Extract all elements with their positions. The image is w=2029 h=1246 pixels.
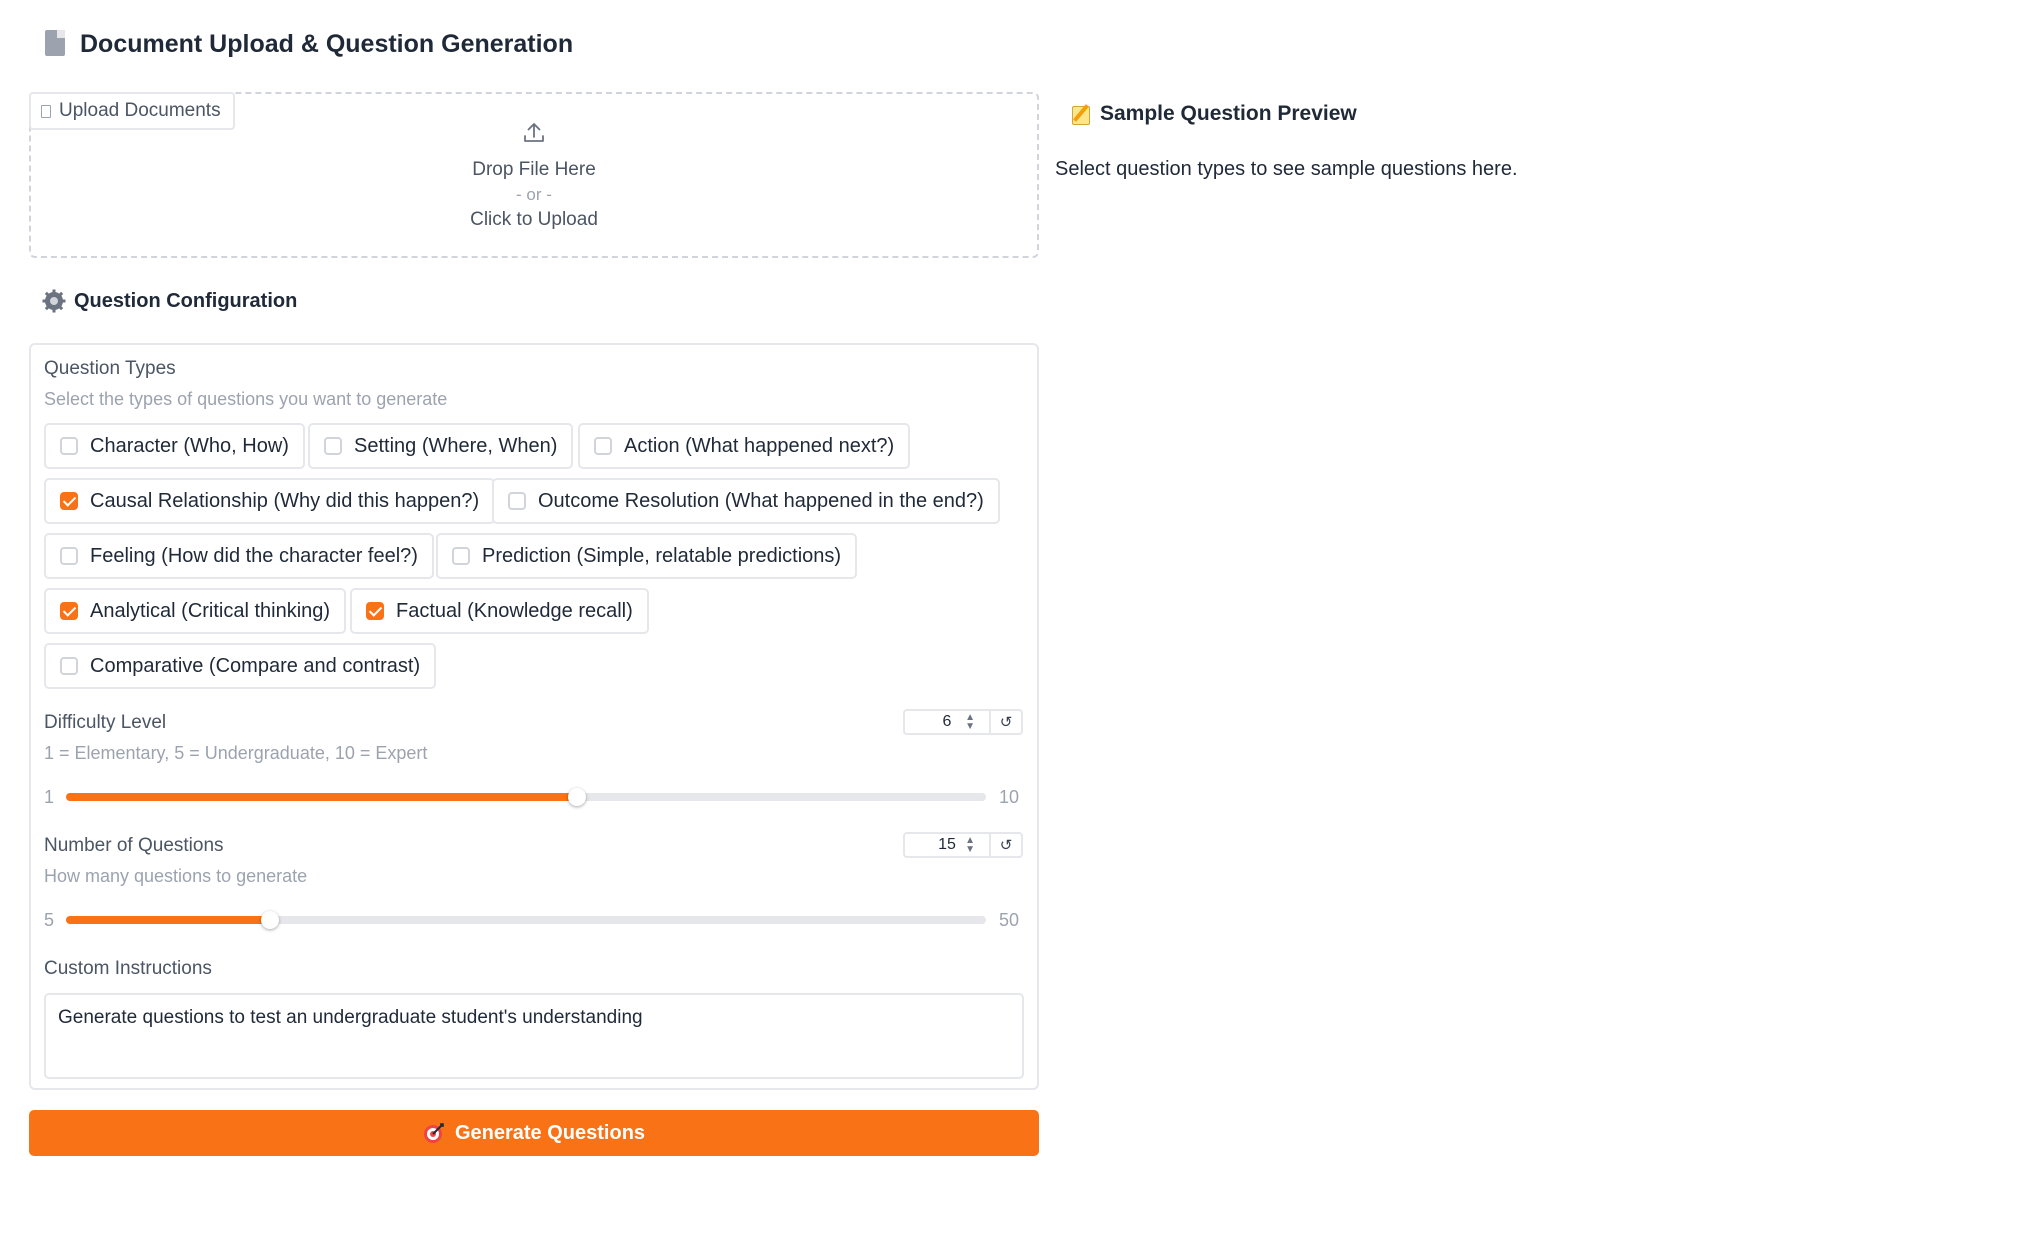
qtype-outcome[interactable]: Outcome Resolution (What happened in the…: [492, 478, 1000, 524]
qtype-checkbox[interactable]: [594, 437, 612, 455]
qtype-checkbox[interactable]: [60, 602, 78, 620]
num-questions-reset-button[interactable]: ↺: [989, 834, 1021, 856]
file-upload-dropzone[interactable]: Upload Documents Drop File Here - or - C…: [29, 92, 1039, 258]
num-questions-slider-thumb[interactable]: [261, 911, 280, 929]
num-questions-slider-fill: [66, 916, 271, 924]
difficulty-slider[interactable]: [66, 788, 986, 806]
difficulty-value[interactable]: 6 ▲ ▼: [905, 711, 989, 733]
preview-header: Sample Question Preview: [1070, 102, 1357, 126]
qtype-checkbox[interactable]: [60, 492, 78, 510]
qtype-label: Outcome Resolution (What happened in the…: [538, 489, 984, 512]
difficulty-info: 1 = Elementary, 5 = Undergraduate, 10 = …: [44, 743, 428, 763]
difficulty-min: 1: [44, 787, 55, 807]
qtype-checkbox[interactable]: [60, 437, 78, 455]
qtype-label: Comparative (Compare and contrast): [90, 654, 421, 677]
target-icon: [423, 1123, 444, 1143]
qtype-checkbox[interactable]: [60, 547, 78, 565]
num-questions-label: Number of Questions: [44, 835, 224, 856]
memo-icon: [1070, 103, 1092, 125]
num-questions-min: 5: [44, 910, 55, 930]
qtype-label: Action (What happened next?): [624, 434, 895, 457]
qtype-causal[interactable]: Causal Relationship (Why did this happen…: [44, 478, 496, 524]
question-types-info: Select the types of questions you want t…: [44, 389, 448, 409]
num-questions-slider[interactable]: [66, 911, 986, 929]
qtype-checkbox[interactable]: [60, 657, 78, 675]
preview-message: Select question types to see sample ques…: [1055, 158, 1518, 180]
qtype-label: Prediction (Simple, relatable prediction…: [482, 544, 842, 567]
upload-prompt[interactable]: Drop File Here - or - Click to Upload: [31, 120, 1037, 231]
num-questions-max: 50: [999, 910, 1020, 930]
custom-instructions-label: Custom Instructions: [44, 958, 212, 979]
spinner-arrows-icon[interactable]: ▲ ▼: [965, 713, 975, 732]
preview-title: Sample Question Preview: [1100, 102, 1357, 125]
qtype-checkbox[interactable]: [508, 492, 526, 510]
difficulty-max: 10: [999, 787, 1020, 807]
upload-tab-label: Upload Documents: [59, 100, 221, 121]
custom-instructions-textarea[interactable]: Generate questions to test an undergradu…: [44, 993, 1024, 1079]
qtype-label: Analytical (Critical thinking): [90, 599, 331, 622]
generate-questions-button[interactable]: Generate Questions: [29, 1110, 1039, 1156]
qtype-setting[interactable]: Setting (Where, When): [308, 423, 574, 469]
config-title: Question Configuration: [74, 289, 298, 312]
num-questions-number-input[interactable]: 15 ▲ ▼ ↺: [903, 832, 1023, 858]
qtype-label: Character (Who, How): [90, 434, 289, 457]
qtype-character[interactable]: Character (Who, How): [44, 423, 305, 469]
qtype-checkbox[interactable]: [324, 437, 342, 455]
qtype-action[interactable]: Action (What happened next?): [578, 423, 911, 469]
drop-file-text: Drop File Here: [472, 159, 596, 180]
gear-icon: [42, 289, 66, 313]
qtype-prediction[interactable]: Prediction (Simple, relatable prediction…: [436, 533, 858, 579]
qtype-comparative[interactable]: Comparative (Compare and contrast): [44, 643, 437, 689]
generate-button-label: Generate Questions: [454, 1121, 646, 1144]
qtype-label: Factual (Knowledge recall): [396, 599, 633, 622]
question-config-panel: Question Types Select the types of quest…: [29, 343, 1039, 1090]
qtype-checkbox[interactable]: [452, 547, 470, 565]
qtype-checkbox[interactable]: [366, 602, 384, 620]
difficulty-reset-button[interactable]: ↺: [989, 711, 1021, 733]
qtype-analytical[interactable]: Analytical (Critical thinking): [44, 588, 347, 634]
file-icon: [41, 104, 51, 118]
qtype-label: Setting (Where, When): [354, 434, 558, 457]
difficulty-number-input[interactable]: 6 ▲ ▼ ↺: [903, 709, 1023, 735]
document-icon: [42, 28, 70, 60]
qtype-label: Feeling (How did the character feel?): [90, 544, 418, 567]
question-types-label: Question Types: [44, 358, 176, 379]
or-separator: - or -: [516, 185, 552, 204]
spinner-arrows-icon[interactable]: ▲ ▼: [965, 836, 975, 855]
qtype-factual[interactable]: Factual (Knowledge recall): [350, 588, 649, 634]
page-title: Document Upload & Question Generation: [80, 29, 574, 58]
difficulty-slider-thumb[interactable]: [568, 788, 587, 806]
num-questions-info: How many questions to generate: [44, 866, 308, 886]
qtype-label: Causal Relationship (Why did this happen…: [90, 489, 480, 512]
config-header: Question Configuration: [42, 289, 297, 313]
page-header: Document Upload & Question Generation: [42, 28, 573, 60]
difficulty-slider-fill: [66, 793, 578, 801]
difficulty-label: Difficulty Level: [44, 712, 167, 733]
upload-icon: [521, 120, 547, 146]
num-questions-value[interactable]: 15 ▲ ▼: [905, 834, 989, 856]
qtype-feeling[interactable]: Feeling (How did the character feel?): [44, 533, 434, 579]
click-to-upload-text[interactable]: Click to Upload: [31, 209, 1037, 231]
